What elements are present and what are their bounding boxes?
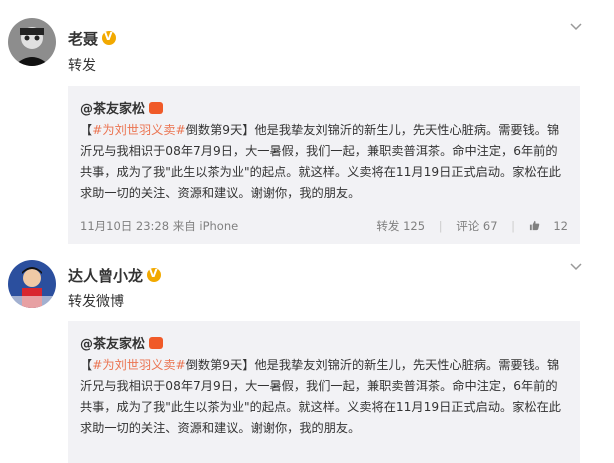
avatar[interactable] — [8, 18, 56, 66]
tag-suffix: 倒数第9天 — [185, 123, 243, 137]
action-bar: 转发 125 | 评论 67 | 12 — [366, 218, 568, 234]
hashtag-link[interactable]: #为刘世羽义卖# — [92, 123, 186, 137]
comment-button[interactable]: 评论 67 — [456, 219, 497, 233]
repost-text: 转发 — [68, 58, 96, 74]
quoted-body: 【#为刘世羽义卖#倒数第9天】他是我挚友刘锦沂的新生儿，先天性心脏病。需要钱。锦… — [80, 123, 561, 200]
quoted-author-name[interactable]: @茶友家松 — [80, 337, 145, 352]
verified-icon — [102, 30, 117, 45]
weibo-post: 老聂 转发 @茶友家松 【#为刘世羽义卖#倒数第9天】他是我挚友刘锦沂的新生儿，… — [0, 0, 614, 255]
member-badge-icon — [149, 102, 164, 114]
quoted-author-name[interactable]: @茶友家松 — [80, 102, 145, 117]
quoted-author[interactable]: @茶友家松 — [80, 333, 164, 352]
member-badge-icon — [149, 337, 164, 349]
username[interactable]: 老聂 — [68, 28, 117, 49]
avatar[interactable] — [8, 260, 56, 308]
repost-text: 转发微博 — [68, 294, 124, 310]
tag-suffix: 倒数第9天 — [185, 358, 243, 372]
username-text[interactable]: 达人曾小龙 — [68, 267, 143, 285]
quoted-post: @茶友家松 【#为刘世羽义卖#倒数第9天】他是我挚友刘锦沂的新生儿，先天性心脏病… — [68, 86, 580, 244]
repost-button[interactable]: 转发 125 — [376, 219, 425, 233]
username[interactable]: 达人曾小龙 — [68, 265, 162, 286]
timestamp[interactable]: 11月10日 23:28 来自 iPhone — [80, 218, 238, 234]
divider: | — [438, 219, 443, 233]
quoted-body: 【#为刘世羽义卖#倒数第9天】他是我挚友刘锦沂的新生儿，先天性心脏病。需要钱。锦… — [80, 358, 561, 435]
hashtag-link[interactable]: #为刘世羽义卖# — [92, 358, 186, 372]
quoted-post: @茶友家松 【#为刘世羽义卖#倒数第9天】他是我挚友刘锦沂的新生儿，先天性心脏病… — [68, 321, 580, 463]
thumbs-up-icon — [529, 220, 539, 231]
quoted-author[interactable]: @茶友家松 — [80, 98, 164, 117]
weibo-post: 达人曾小龙 转发微博 @茶友家松 【#为刘世羽义卖#倒数第9天】他是我挚友刘锦沂… — [0, 255, 614, 463]
like-count: 12 — [553, 219, 568, 233]
divider: | — [511, 219, 516, 233]
chevron-down-icon[interactable] — [570, 20, 582, 35]
verified-icon — [147, 267, 162, 282]
like-button[interactable]: 12 — [529, 219, 568, 233]
username-text[interactable]: 老聂 — [68, 30, 98, 48]
chevron-down-icon[interactable] — [570, 260, 582, 275]
